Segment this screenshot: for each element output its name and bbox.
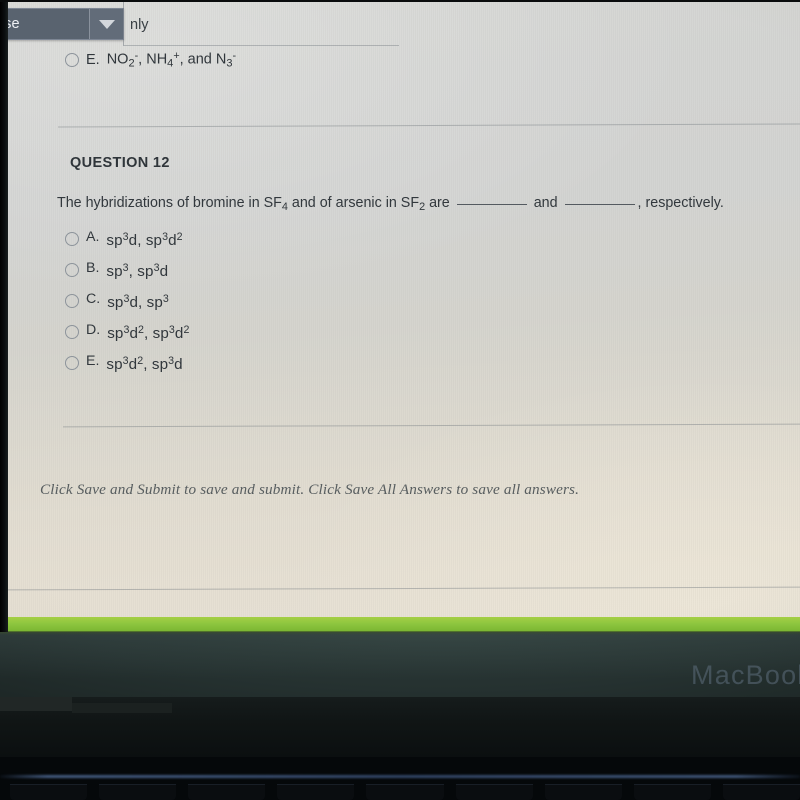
answer-option-a[interactable]: A. sp3d, sp3d2 bbox=[65, 228, 465, 259]
panel-border-vertical bbox=[123, 0, 124, 46]
section-divider-bottom bbox=[8, 586, 800, 591]
answer-option-c[interactable]: C. sp3d, sp3 bbox=[65, 290, 465, 321]
keyboard-key bbox=[188, 784, 266, 800]
radio-button-icon[interactable] bbox=[65, 356, 79, 370]
chevron-down-icon bbox=[98, 19, 115, 29]
option-letter: A. bbox=[86, 229, 100, 245]
laptop-photo: ollapse nly E. NO2-, NH4+, and N3- QUEST… bbox=[0, 0, 800, 800]
radio-button-icon[interactable] bbox=[65, 294, 79, 308]
keyboard-key bbox=[99, 784, 177, 800]
keyboard-backlight-glow bbox=[0, 775, 800, 778]
accent-bar-shadow bbox=[0, 631, 800, 635]
quiz-page-content: ollapse nly E. NO2-, NH4+, and N3- QUEST… bbox=[8, 0, 800, 618]
answer-option-d[interactable]: D. sp3d2, sp3d2 bbox=[65, 321, 465, 352]
keyboard-key bbox=[633, 784, 711, 800]
option-letter: B. bbox=[86, 260, 100, 276]
keyboard-key bbox=[544, 784, 622, 800]
laptop-keyboard bbox=[0, 757, 800, 800]
keyboard-key-row bbox=[0, 784, 800, 800]
hinge-step-left bbox=[0, 697, 72, 711]
macbook-brand-label: MacBook bbox=[691, 660, 800, 690]
dropdown-toggle[interactable] bbox=[90, 9, 123, 39]
previous-question-option-e[interactable]: E. NO2-, NH4+, and N3- bbox=[65, 50, 236, 70]
option-formula: sp3d2, sp3d bbox=[106, 355, 183, 373]
hinge-step-second bbox=[72, 703, 172, 713]
answer-blank-2 bbox=[564, 204, 635, 205]
collapse-button-label: ollapse bbox=[8, 9, 89, 39]
option-letter: E. bbox=[86, 353, 100, 369]
collapse-dropdown-button[interactable]: ollapse bbox=[8, 8, 124, 40]
photo-top-edge bbox=[0, 0, 800, 2]
radio-button-icon[interactable] bbox=[65, 263, 79, 277]
option-formula: sp3d, sp3 bbox=[107, 293, 169, 311]
option-text: NO2-, NH4+, and N3- bbox=[106, 50, 237, 70]
photo-left-edge bbox=[0, 0, 8, 632]
accent-green-bar bbox=[0, 617, 800, 632]
question-number-heading: QUESTION 12 bbox=[70, 155, 170, 171]
save-instructions-text: Click Save and Submit to save and submit… bbox=[40, 481, 580, 498]
partial-text-fragment: nly bbox=[130, 17, 149, 33]
radio-button-icon[interactable] bbox=[65, 325, 79, 339]
option-formula: sp3, sp3d bbox=[106, 262, 169, 280]
answer-options-list: A. sp3d, sp3d2 B. sp3, sp3d C. sp3d, sp3 D. sp3… bbox=[65, 228, 465, 383]
option-formula: sp3d2, sp3d2 bbox=[107, 324, 190, 342]
question-prompt-text: The hybridizations of bromine in SF4 and… bbox=[57, 195, 724, 214]
answer-blank-1 bbox=[456, 204, 527, 205]
radio-button-icon[interactable] bbox=[65, 232, 79, 246]
laptop-screen: ollapse nly E. NO2-, NH4+, and N3- QUEST… bbox=[8, 0, 800, 618]
keyboard-key bbox=[10, 784, 88, 800]
answer-option-b[interactable]: B. sp3, sp3d bbox=[65, 259, 465, 290]
radio-button-icon[interactable] bbox=[65, 52, 79, 67]
option-letter: C. bbox=[86, 291, 101, 307]
section-divider-top bbox=[58, 123, 800, 128]
option-formula: sp3d, sp3d2 bbox=[106, 231, 183, 249]
option-letter: D. bbox=[86, 322, 101, 338]
option-letter: E. bbox=[86, 51, 100, 68]
keyboard-key bbox=[366, 784, 444, 800]
keyboard-key bbox=[722, 784, 800, 800]
panel-border-horizontal bbox=[124, 45, 399, 46]
answer-option-e[interactable]: E. sp3d2, sp3d bbox=[65, 352, 465, 383]
section-divider-middle bbox=[63, 423, 800, 428]
keyboard-key bbox=[277, 784, 355, 800]
keyboard-key bbox=[455, 784, 533, 800]
